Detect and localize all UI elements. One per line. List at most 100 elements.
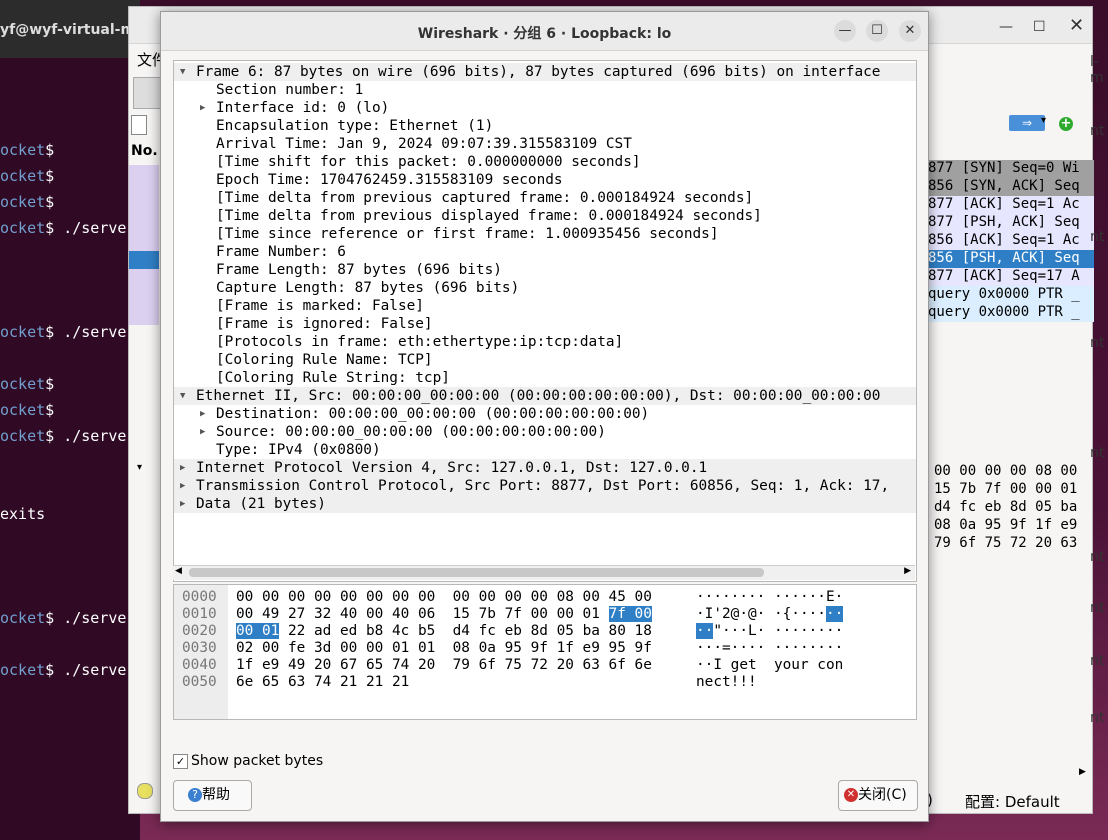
tree-row[interactable]: ▶ Internet Protocol Version 4, Src: 127.0… [174,459,916,477]
window-edge-fragment: nt [1090,335,1105,351]
tree-row-text: [Protocols in frame: eth:ethertype:ip:tc… [216,334,624,350]
close-icon[interactable]: ✕ [1069,15,1084,36]
tree-row[interactable]: Section number: 1 [174,81,916,99]
tree-row[interactable]: ▶ Transmission Control Protocol, Src Port… [174,477,916,495]
hex-offset: 0020 [182,623,217,639]
packet-detail-tree: ▼ Frame 6: 87 bytes on wire (696 bits), 8… [173,60,917,582]
tree-row-text: Destination: 00:00:00_00:00:00 (00:00:00… [216,406,650,422]
scroll-right-icon[interactable]: ▶ [904,566,911,576]
tree-row[interactable]: [Time shift for this packet: 0.000000000… [174,153,916,171]
hex-ascii: nect!!! [696,673,757,691]
show-bytes-label[interactable]: Show packet bytes [191,753,323,769]
tree-row[interactable]: Frame Length: 87 bytes (696 bits) [174,261,916,279]
minimize-icon[interactable]: — [999,19,1013,35]
ascii-selected: ·· [825,606,844,622]
close-icon[interactable]: ✕ [899,20,921,42]
window-edge-fragment: nt [1090,445,1105,461]
tree-row-text: Encapsulation type: Ethernet (1) [216,118,494,134]
tree-row[interactable]: ▶ Data (21 bytes) [174,495,916,513]
dialog-title: Wireshark · 分组 6 · Loopback: lo [417,26,672,42]
packet-bytes-pane: 0000 00 00 00 00 00 00 00 00 00 00 00 00 … [173,584,917,720]
window-edge-fragment: nt [1090,549,1105,565]
terminal-host: ocket [0,167,46,185]
ascii-selected: ·· [696,623,714,639]
window-edge-fragment: nt [1090,123,1105,139]
tree-row[interactable]: [Coloring Rule String: tcp] [174,369,916,387]
detail-expand-icon[interactable]: ▾ [137,462,142,473]
tree-row-text: Interface id: 0 (lo) [216,100,390,116]
tree-row[interactable]: Capture Length: 87 bytes (696 bits) [174,279,916,297]
tree-row[interactable]: Frame Number: 6 [174,243,916,261]
bookmark-icon[interactable] [131,115,147,135]
packet-row[interactable]: query 0x0000 PTR _ [926,286,1094,304]
terminal-host: ocket [0,427,46,445]
tree-row[interactable]: [Coloring Rule Name: TCP] [174,351,916,369]
help-button[interactable]: ? 帮助 [173,780,252,811]
tree-row[interactable]: ▼ Ethernet II, Src: 00:00:00_00:00:00 (00… [174,387,916,405]
status-profile[interactable]: 配置: Default [965,791,1060,812]
tree-row[interactable]: [Frame is ignored: False] [174,315,916,333]
tree-row[interactable]: ▶ Destination: 00:00:00_00:00:00 (00:00:0… [174,405,916,423]
scroll-right-icon[interactable]: ▶ [1079,767,1086,777]
apply-filter-arrow-icon[interactable]: ⇒ [1009,115,1045,131]
terminal-window: yf@wyf-virtual-m ocket$ ocket$ ocket$ ocket… [0,0,140,840]
tree-row[interactable]: [Time delta from previous displayed fram… [174,207,916,225]
chevron-right-icon[interactable]: ▶ [200,99,205,117]
tree-row[interactable]: ▶ Source: 00:00:00_00:00:00 (00:00:00:00:… [174,423,916,441]
tree-row[interactable]: Arrival Time: Jan 9, 2024 09:07:39.31558… [174,135,916,153]
chevron-right-icon[interactable]: ▶ [180,459,185,477]
col-no-header[interactable]: No. [131,143,158,159]
tree-row[interactable]: [Time since reference or first frame: 1.… [174,225,916,243]
chevron-right-icon[interactable]: ▶ [200,423,205,441]
maximize-icon[interactable]: ☐ [866,20,888,42]
terminal-host: ocket [0,609,46,627]
main-hex-row: 15 7b 7f 00 00 01 [934,481,1078,497]
scroll-left-icon[interactable]: ◀ [175,566,182,576]
terminal-title: yf@wyf-virtual-m [0,22,136,38]
show-bytes-checkbox[interactable]: ✓ [173,754,188,769]
packet-row[interactable]: 877 [ACK] Seq=17 A [926,268,1094,286]
close-button[interactable]: ✕ 关闭(C) [838,780,918,811]
tree-row-text: Data (21 bytes) [196,496,326,512]
packet-row[interactable]: 856 [SYN, ACK] Seq [926,178,1094,196]
minimize-icon[interactable]: — [834,20,856,42]
terminal-text: $ [45,375,55,393]
tree-row[interactable]: [Frame is marked: False] [174,297,916,315]
chevron-down-icon[interactable]: ▼ [180,387,185,405]
hex-bytes-text: 6e 65 63 74 21 21 21 [236,674,410,690]
hex-bytes: 6e 65 63 74 21 21 21 [236,673,409,691]
packet-list-left-strip [129,165,159,325]
tree-row[interactable]: [Time delta from previous captured frame… [174,189,916,207]
filter-dropdown-icon[interactable]: ▾ [1041,115,1046,126]
packet-row[interactable]: 856 [ACK] Seq=1 Ac [926,232,1094,250]
terminal-line: ocket$ ./server [0,661,135,679]
chevron-down-icon[interactable]: ▼ [180,63,185,81]
tree-row[interactable]: [Protocols in frame: eth:ethertype:ip:tc… [174,333,916,351]
window-edge-fragment: nt [1090,600,1105,616]
chevron-right-icon[interactable]: ▶ [200,405,205,423]
scroll-thumb[interactable] [189,568,764,577]
packet-row[interactable]: query 0x0000 PTR _ [926,304,1094,322]
tree-row[interactable]: Type: IPv4 (0x0800) [174,441,916,459]
packet-row[interactable]: 856 [PSH, ACK] Seq [926,250,1094,268]
hex-bytes-text: 00 49 27 32 40 00 40 06 15 7b 7f 00 00 0… [236,606,609,622]
terminal-text: $ ./server [45,609,136,627]
hex-bytes-text: 02 00 fe 3d 00 00 01 01 08 0a 95 9f 1f e… [236,640,652,656]
tree-row[interactable]: ▶ Interface id: 0 (lo) [174,99,916,117]
packet-row[interactable]: 877 [ACK] Seq=1 Ac [926,196,1094,214]
chevron-right-icon[interactable]: ▶ [180,495,185,513]
tree-row[interactable]: Epoch Time: 1704762459.315583109 seconds [174,171,916,189]
tree-row[interactable]: ▼ Frame 6: 87 bytes on wire (696 bits), 8… [174,63,916,81]
packet-row[interactable]: 877 [SYN] Seq=0 Wi [926,160,1094,178]
maximize-icon[interactable]: ☐ [1033,19,1046,35]
tree-row[interactable]: Encapsulation type: Ethernet (1) [174,117,916,135]
add-filter-icon[interactable]: + [1059,117,1073,131]
hex-offset: 0030 [182,640,217,656]
window-edge-fragment: l-m [1090,54,1104,86]
horizontal-scrollbar[interactable]: ◀ ▶ [173,565,915,580]
tree-row-text: [Coloring Rule Name: TCP] [216,352,433,368]
terminal-line: ocket$ [0,375,54,393]
chevron-right-icon[interactable]: ▶ [180,477,185,495]
hex-selected-bytes: 00 01 [236,623,280,639]
packet-row[interactable]: 877 [PSH, ACK] Seq [926,214,1094,232]
